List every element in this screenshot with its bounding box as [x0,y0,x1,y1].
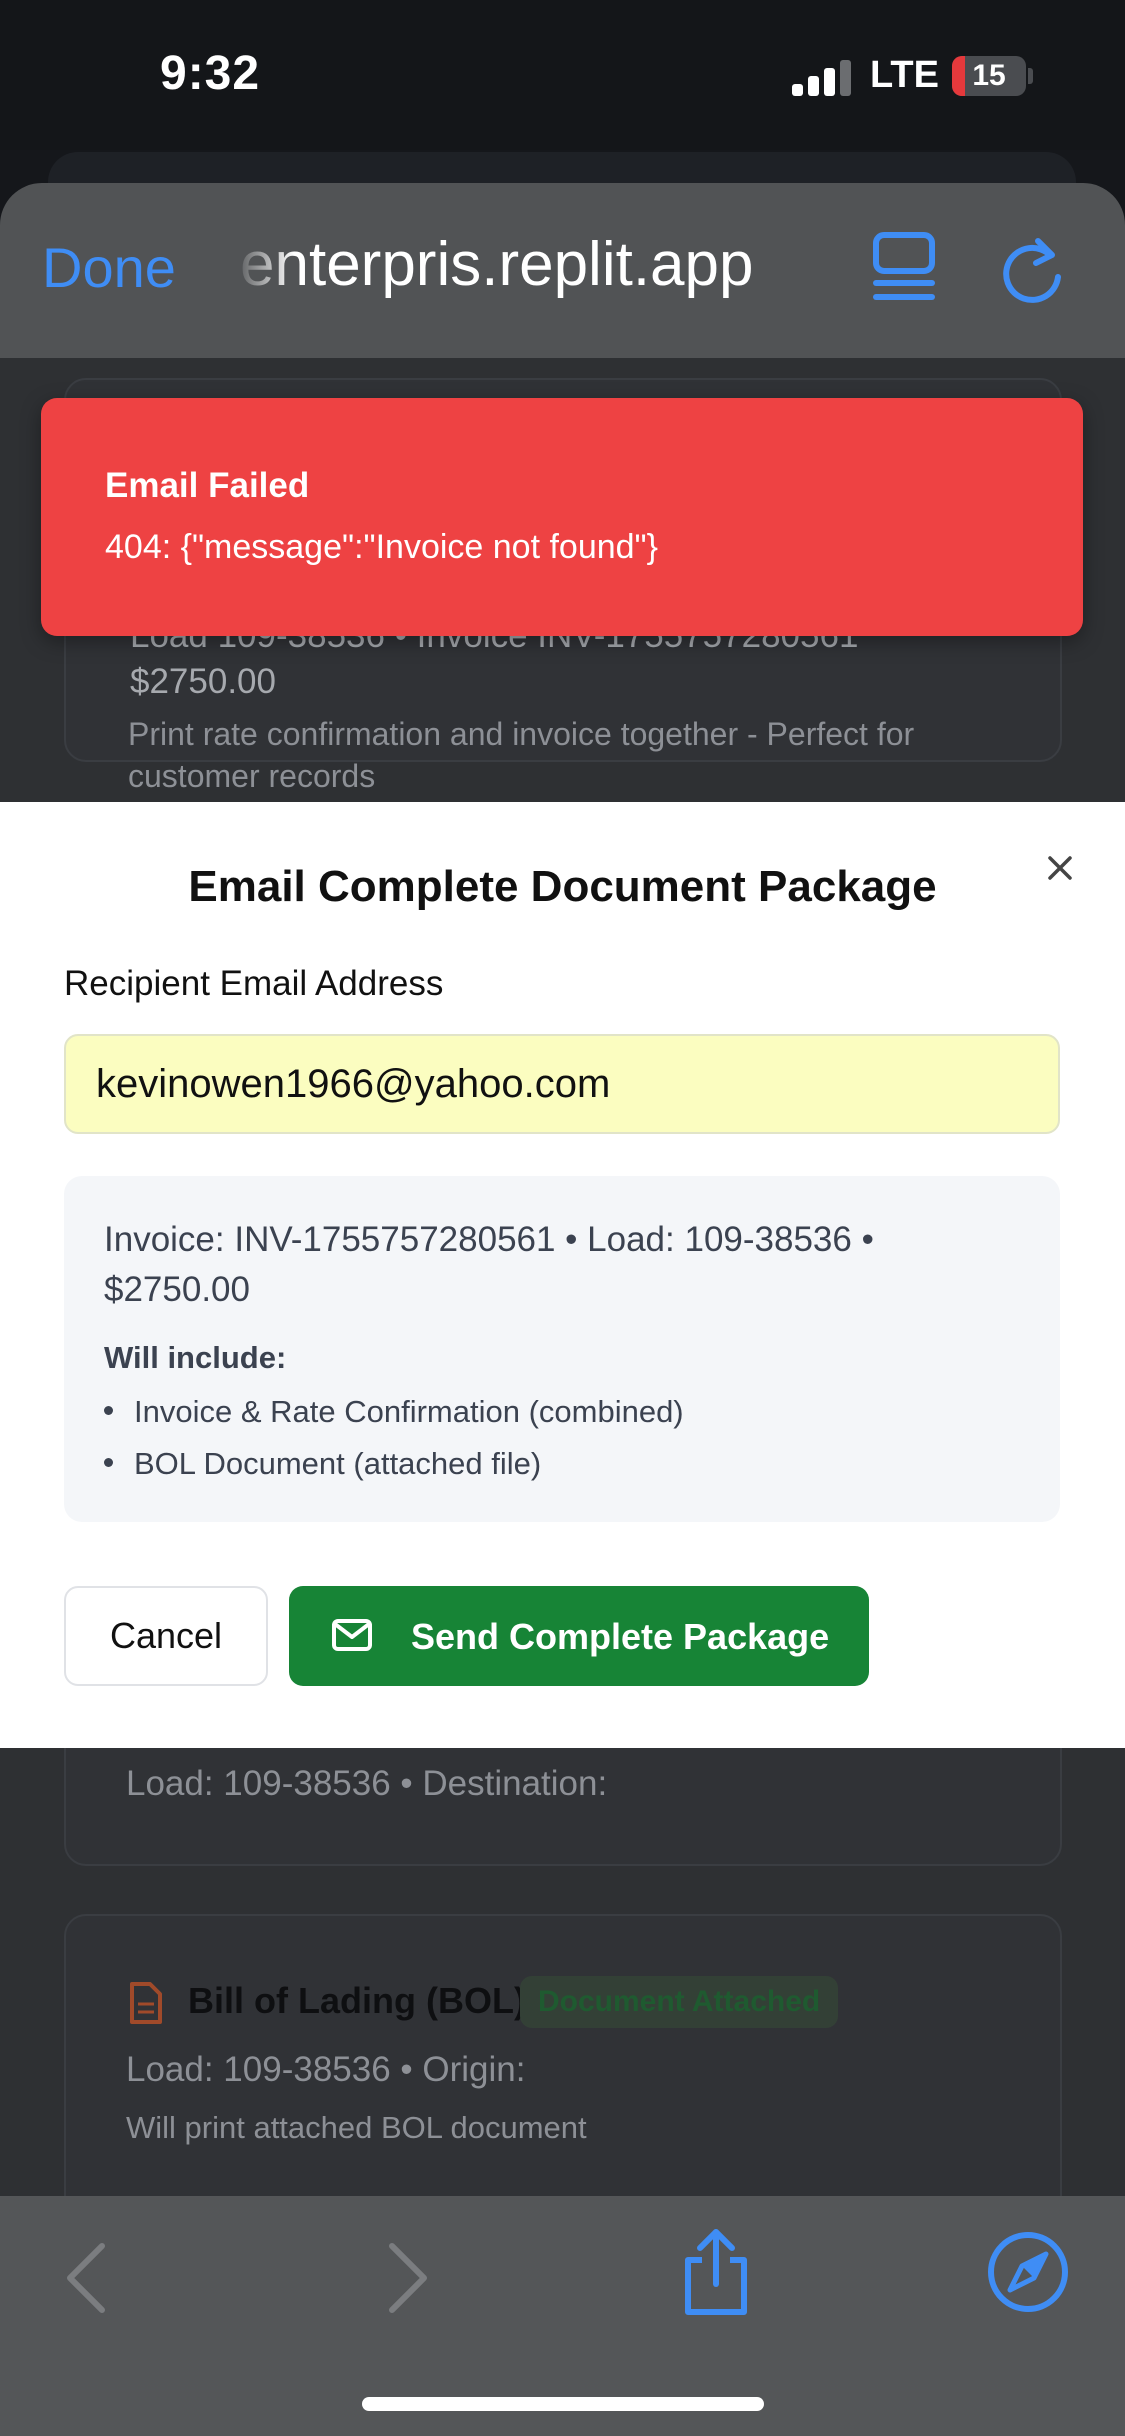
card-amount: $2750.00 [130,662,276,701]
reload-icon[interactable] [1000,233,1066,305]
bol-description: Will print attached BOL document [126,2110,587,2145]
home-indicator[interactable] [362,2397,764,2411]
card-description-2: customer records [128,758,376,794]
signal-icon [792,58,852,96]
summary-invoice-line: Invoice: INV-1755757280561 • Load: 109-3… [104,1220,874,1259]
bullet-dot [104,1458,113,1467]
battery-nub [1028,68,1033,84]
close-icon[interactable] [1040,848,1080,888]
url-fade [234,229,294,309]
error-toast[interactable]: Email Failed 404: {"message":"Invoice no… [41,398,1083,636]
share-icon[interactable] [680,2226,752,2318]
done-button[interactable]: Done [42,235,176,300]
toast-message: 404: {"message":"Invoice not found"} [105,528,658,566]
dialog-title: Email Complete Document Package [188,862,937,911]
battery-level: 15 [972,59,1006,92]
bol-load-line: Load: 109-38536 • Origin: [126,2050,526,2089]
document-icon [130,1982,162,2024]
package-summary: Invoice: INV-1755757280561 • Load: 109-3… [64,1176,1060,1522]
back-icon[interactable] [64,2242,108,2314]
browser-header: Done enterpris.replit.app [0,183,1125,358]
email-field[interactable] [64,1034,1060,1134]
battery-icon: 15 [952,56,1026,96]
card-description-1: Print rate confirmation and invoice toge… [128,716,915,752]
bullet-dot [104,1406,113,1415]
tabs-icon[interactable] [872,231,936,303]
email-package-dialog: Email Complete Document Package Recipien… [0,802,1125,1748]
include-label: Will include: [104,1340,287,1375]
bol-status-badge: Document Attached [520,1976,839,2028]
include-item-label: BOL Document (attached file) [134,1446,542,1481]
email-field-label: Recipient Email Address [64,964,444,1003]
send-package-button[interactable]: Send Complete Package [289,1586,869,1686]
mail-icon [332,1619,372,1651]
cancel-button[interactable]: Cancel [64,1586,268,1686]
include-item-label: Invoice & Rate Confirmation (combined) [134,1394,684,1429]
status-time: 9:32 [160,47,261,100]
status-bar: 9:32 LTE 15 [0,0,1125,150]
summary-amount: $2750.00 [104,1270,250,1309]
card2-load-line: Load: 109-38536 • Destination: [126,1764,608,1803]
compass-icon[interactable] [986,2230,1070,2314]
forward-icon[interactable] [386,2242,430,2314]
toast-title: Email Failed [105,466,310,505]
network-label: LTE [870,54,939,96]
send-package-label: Send Complete Package [411,1616,830,1657]
url-label[interactable]: enterpris.replit.app [240,229,840,300]
bol-title: Bill of Lading (BOL) [188,1980,526,2021]
